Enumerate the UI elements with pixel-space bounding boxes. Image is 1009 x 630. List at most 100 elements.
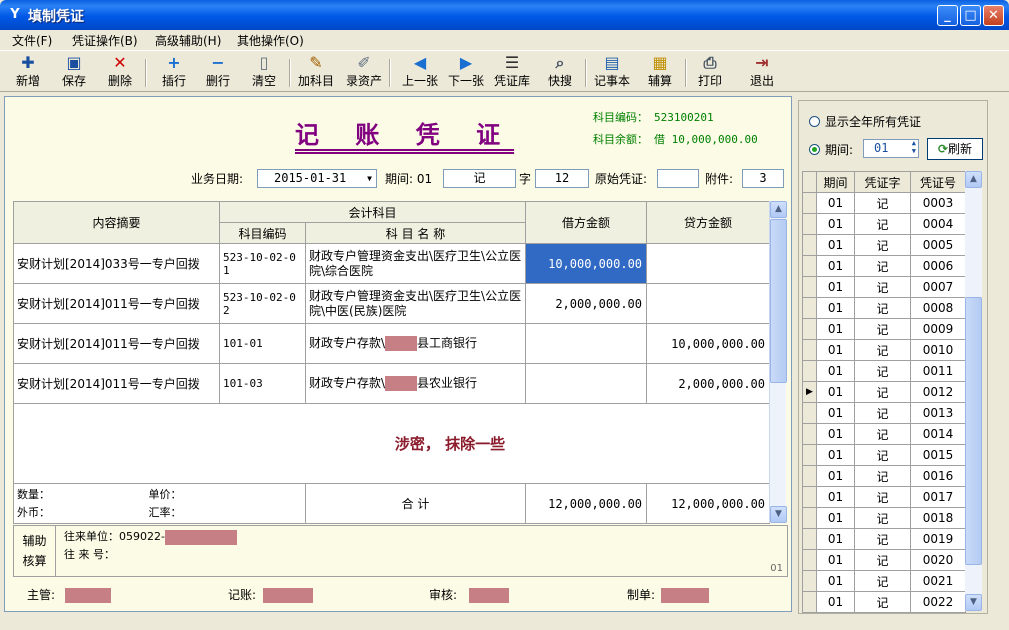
scroll-down-icon[interactable]: ▼ [965,594,982,611]
voucher-type-field[interactable]: 记 [443,169,516,188]
number-cell[interactable]: 0006 [910,255,966,277]
period-cell[interactable]: 01 [816,255,855,277]
original-voucher-field[interactable] [657,169,699,188]
scroll-up-icon[interactable]: ▲ [965,171,982,188]
scroll-thumb[interactable] [965,297,982,565]
subject-code-cell[interactable]: 101-01 [219,323,306,364]
scroll-down-icon[interactable]: ▼ [770,506,787,523]
period-cell[interactable]: 01 [816,591,855,613]
period-cell[interactable]: 01 [816,528,855,550]
list-item[interactable]: 01 记 0011 [802,360,966,382]
period-cell[interactable]: 01 [816,339,855,361]
subject-name-cell[interactable]: 财政专户管理资金支出\医疗卫生\公立医院\中医(民族)医院 [304,283,527,324]
list-item[interactable]: 01 记 0018 [802,507,966,529]
list-item[interactable]: 01 记 0016 [802,465,966,487]
period-cell[interactable]: 01 [816,276,855,298]
toolbar-button[interactable]: ⇥ 退出 [740,53,784,91]
type-cell[interactable]: 记 [854,528,911,550]
voucher-number-field[interactable]: 12 [535,169,589,188]
grid-scrollbar[interactable]: ▲ ▼ [769,201,787,523]
debit-cell[interactable] [525,363,648,404]
period-cell[interactable]: 01 [816,297,855,319]
credit-cell[interactable]: 10,000,000.00 [646,323,771,364]
list-item[interactable]: 01 记 0006 [802,255,966,277]
number-cell[interactable]: 0005 [910,234,966,256]
subject-code-cell[interactable]: 523-10-02-01 [219,243,306,284]
period-cell[interactable]: 01 [816,381,855,403]
list-item[interactable]: 01 记 0010 [802,339,966,361]
toolbar-button[interactable]: + 插行 [152,53,196,91]
credit-cell[interactable]: 2,000,000.00 [646,363,771,404]
list-item[interactable]: 01 记 0015 [802,444,966,466]
number-cell[interactable]: 0017 [910,486,966,508]
type-cell[interactable]: 记 [854,507,911,529]
list-item[interactable]: 01 记 0020 [802,549,966,571]
type-cell[interactable]: 记 [854,465,911,487]
type-cell[interactable]: 记 [854,213,911,235]
toolbar-button[interactable]: ▶ 下一张 [444,53,488,91]
type-cell[interactable]: 记 [854,276,911,298]
period-cell[interactable]: 01 [816,549,855,571]
number-cell[interactable]: 0016 [910,465,966,487]
list-item[interactable]: 01 记 0014 [802,423,966,445]
table-row[interactable]: 安财计划[2014]033号一专户回拨 523-10-02-01 财政专户管理资金支… [13,243,771,284]
period-cell[interactable]: 01 [816,465,855,487]
list-item[interactable]: ▶ 01 记 0012 [802,381,966,403]
stepper-arrows-icon[interactable]: ▲ ▼ [912,139,916,155]
number-cell[interactable]: 0014 [910,423,966,445]
debit-cell[interactable] [525,323,648,364]
subject-name-cell[interactable]: 财政专户存款\ 县农业银行 [304,363,527,404]
period-cell[interactable]: 01 [816,423,855,445]
toolbar-button[interactable]: ◀ 上一张 [398,53,442,91]
number-cell[interactable]: 0003 [910,192,966,214]
maximize-button[interactable]: □ [960,5,981,26]
type-cell[interactable]: 记 [854,339,911,361]
toolbar-button[interactable]: ▤ 记事本 [590,53,634,91]
close-button[interactable]: ✕ [983,5,1004,26]
list-item[interactable]: 01 记 0005 [802,234,966,256]
number-cell[interactable]: 0022 [910,591,966,613]
toolbar-button[interactable]: ▣ 保存 [52,53,96,91]
number-cell[interactable]: 0020 [910,549,966,571]
summary-cell[interactable]: 安财计划[2014]011号一专户回拨 [13,323,220,364]
attachment-field[interactable]: 3 [742,169,784,188]
list-item[interactable]: 01 记 0009 [802,318,966,340]
toolbar-button[interactable]: ▦ 辅算 [638,53,682,91]
scroll-up-icon[interactable]: ▲ [770,201,787,218]
list-scrollbar[interactable]: ▲ ▼ [965,171,982,611]
summary-cell[interactable]: 安财计划[2014]011号一专户回拨 [13,363,220,404]
type-cell[interactable]: 记 [854,234,911,256]
period-cell[interactable]: 01 [816,213,855,235]
scroll-thumb[interactable] [770,219,787,383]
type-cell[interactable]: 记 [854,402,911,424]
type-cell[interactable]: 记 [854,318,911,340]
list-item[interactable]: 01 记 0004 [802,213,966,235]
period-cell[interactable]: 01 [816,192,855,214]
list-item[interactable]: 01 记 0019 [802,528,966,550]
debit-cell[interactable]: 2,000,000.00 [525,283,648,324]
subject-name-cell[interactable]: 财政专户存款\ 县工商银行 [304,323,527,364]
summary-cell[interactable]: 安财计划[2014]033号一专户回拨 [13,243,220,284]
menu-advanced[interactable]: 高级辅助(H) [155,32,221,49]
number-cell[interactable]: 0009 [910,318,966,340]
menu-other[interactable]: 其他操作(O) [237,32,304,49]
toolbar-button[interactable]: ✐ 录资产 [342,53,386,91]
table-row[interactable]: 安财计划[2014]011号一专户回拨 523-10-02-02 财政专户管理资金支… [13,283,771,324]
subject-name-cell[interactable]: 财政专户管理资金支出\医疗卫生\公立医院\综合医院 [304,243,527,284]
period-cell[interactable]: 01 [816,570,855,592]
type-cell[interactable]: 记 [854,192,911,214]
toolbar-button[interactable]: ⎙ 打印 [688,53,732,91]
list-item[interactable]: 01 记 0008 [802,297,966,319]
summary-cell[interactable]: 安财计划[2014]011号一专户回拨 [13,283,220,324]
subject-code-cell[interactable]: 101-03 [219,363,306,404]
date-picker[interactable]: 2015-01-31 ▼ [257,169,377,188]
type-cell[interactable]: 记 [854,549,911,571]
number-cell[interactable]: 0013 [910,402,966,424]
toolbar-button[interactable]: − 删行 [196,53,240,91]
list-item[interactable]: 01 记 0017 [802,486,966,508]
period-cell[interactable]: 01 [816,507,855,529]
type-cell[interactable]: 记 [854,444,911,466]
minimize-button[interactable]: _ [937,5,958,26]
type-cell[interactable]: 记 [854,423,911,445]
debit-cell[interactable]: 10,000,000.00 [525,243,648,284]
